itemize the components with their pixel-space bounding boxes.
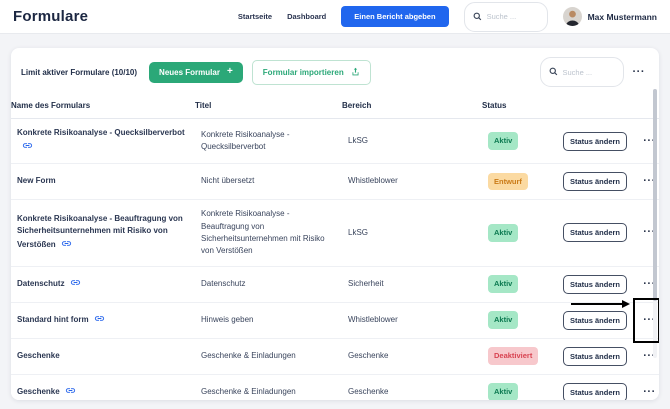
- status-badge: Entwurf: [488, 173, 528, 191]
- table-body: Konkrete Risikoanalyse - Quecksilberverb…: [11, 119, 659, 400]
- column-header-name: Name des Formulars: [11, 100, 195, 112]
- row-menu-ellipsis-icon[interactable]: ···: [640, 387, 659, 398]
- user-name: Max Mustermann: [588, 12, 657, 22]
- status-cell: Deaktiviert: [488, 347, 563, 365]
- table-search-input[interactable]: [563, 68, 615, 77]
- global-search[interactable]: [464, 2, 548, 32]
- status-cell: Aktiv: [488, 132, 563, 150]
- nav-item-dashboard[interactable]: Dashboard: [287, 12, 326, 21]
- status-badge: Aktiv: [488, 383, 518, 400]
- form-name-text: New Form: [17, 176, 56, 185]
- form-name-text: Konkrete Risikoanalyse - Beauftragung vo…: [17, 214, 183, 249]
- form-name-text: Geschenke: [17, 351, 60, 360]
- user-menu[interactable]: Max Mustermann: [563, 7, 657, 26]
- avatar: [563, 7, 582, 26]
- status-change-button[interactable]: Status ändern: [563, 132, 627, 151]
- link-icon[interactable]: [94, 313, 105, 328]
- nav-item-startseite[interactable]: Startseite: [238, 12, 272, 21]
- submit-report-button[interactable]: Einen Bericht abgeben: [341, 6, 448, 27]
- link-icon[interactable]: [61, 238, 72, 253]
- form-name-cell: Geschenke: [17, 350, 201, 362]
- column-header-bereich: Bereich: [342, 100, 482, 112]
- table-header-row: Name des Formulars Titel Bereich Status: [11, 96, 659, 119]
- vertical-scrollbar-track[interactable]: [653, 89, 657, 358]
- table-row: Konkrete Risikoanalyse - Beauftragung vo…: [11, 200, 659, 267]
- form-name-text: Konkrete Risikoanalyse - Quecksilberverb…: [17, 128, 185, 137]
- global-search-input[interactable]: [487, 12, 539, 21]
- status-change-button[interactable]: Status ändern: [563, 311, 627, 330]
- form-name-cell: Datenschutz: [17, 277, 201, 292]
- status-cell: Entwurf: [488, 173, 563, 191]
- page-title: Formulare: [13, 8, 88, 25]
- link-icon[interactable]: [22, 140, 33, 155]
- link-icon[interactable]: [65, 385, 76, 400]
- form-title: Hinweis geben: [201, 314, 348, 326]
- status-change-button[interactable]: Status ändern: [563, 223, 627, 242]
- form-title: Geschenke & Einladungen: [201, 386, 348, 398]
- form-area: LkSG: [348, 135, 488, 147]
- status-badge: Aktiv: [488, 132, 518, 150]
- form-title: Konkrete Risikoanalyse - Quecksilberverb…: [201, 129, 348, 154]
- import-form-button-label: Formular importieren: [263, 68, 344, 77]
- table-options-ellipsis-icon[interactable]: ···: [633, 67, 646, 78]
- form-area: Whistleblower: [348, 175, 488, 187]
- form-area: Geschenke: [348, 386, 488, 398]
- top-navigation: Startseite Dashboard Einen Bericht abgeb…: [238, 2, 657, 32]
- status-cell: Aktiv: [488, 275, 563, 293]
- form-name-text: Standard hint form: [17, 315, 89, 324]
- forms-card: Limit aktiver Formulare (10/10) Neues Fo…: [11, 48, 659, 400]
- status-badge: Aktiv: [488, 224, 518, 242]
- form-name-cell: Konkrete Risikoanalyse - Quecksilberverb…: [17, 127, 201, 155]
- active-forms-limit-label: Limit aktiver Formulare (10/10): [21, 68, 137, 77]
- column-header-titel: Titel: [195, 100, 342, 112]
- new-form-button-label: Neues Formular: [159, 68, 220, 77]
- form-name-cell: New Form: [17, 175, 201, 187]
- form-title: Geschenke & Einladungen: [201, 350, 348, 362]
- status-badge: Aktiv: [488, 311, 518, 329]
- card-toolbar: Limit aktiver Formulare (10/10) Neues Fo…: [11, 48, 659, 96]
- form-name-cell: Geschenke: [17, 385, 201, 400]
- plus-icon: +: [227, 69, 233, 75]
- status-change-button[interactable]: Status ändern: [563, 383, 627, 400]
- topbar: Formulare Startseite Dashboard Einen Ber…: [0, 0, 670, 34]
- status-badge: Aktiv: [488, 275, 518, 293]
- status-change-button[interactable]: Status ändern: [563, 275, 627, 294]
- form-area: Whistleblower: [348, 314, 488, 326]
- form-title: Datenschutz: [201, 278, 348, 290]
- status-cell: Aktiv: [488, 383, 563, 400]
- annotation-arrow: [571, 303, 623, 305]
- new-form-button[interactable]: Neues Formular +: [149, 62, 243, 83]
- table-row: Standard hint form Hinweis geben Whistle…: [11, 303, 659, 339]
- status-change-button[interactable]: Status ändern: [563, 347, 627, 366]
- form-area: LkSG: [348, 227, 488, 239]
- table-row: New Form Nicht übersetzt Whistleblower E…: [11, 164, 659, 200]
- search-icon: [549, 63, 558, 81]
- table-row: Datenschutz Datenschutz Sicherheit Aktiv…: [11, 267, 659, 303]
- table-search[interactable]: [540, 57, 624, 87]
- table-row: Geschenke Geschenke & Einladungen Gesche…: [11, 339, 659, 375]
- form-name-cell: Standard hint form: [17, 313, 201, 328]
- status-cell: Aktiv: [488, 311, 563, 329]
- search-icon: [473, 8, 482, 26]
- form-name-text: Geschenke: [17, 387, 60, 396]
- import-form-button[interactable]: Formular importieren: [252, 60, 371, 85]
- table-row: Konkrete Risikoanalyse - Quecksilberverb…: [11, 119, 659, 164]
- status-change-button[interactable]: Status ändern: [563, 172, 627, 191]
- form-area: Geschenke: [348, 350, 488, 362]
- link-icon[interactable]: [70, 277, 81, 292]
- form-title: Nicht übersetzt: [201, 175, 348, 187]
- status-badge: Deaktiviert: [488, 347, 538, 365]
- upload-icon: [351, 67, 360, 78]
- form-name-text: Datenschutz: [17, 279, 65, 288]
- table-row: Geschenke Geschenke & Einladungen Gesche…: [11, 375, 659, 400]
- status-cell: Aktiv: [488, 224, 563, 242]
- form-title: Konkrete Risikoanalyse - Beauftragung vo…: [201, 208, 348, 258]
- form-name-cell: Konkrete Risikoanalyse - Beauftragung vo…: [17, 213, 201, 253]
- vertical-scrollbar-thumb[interactable]: [653, 89, 657, 301]
- form-area: Sicherheit: [348, 278, 488, 290]
- row-menu-glyph: ···: [643, 386, 656, 398]
- column-header-status: Status: [482, 100, 557, 112]
